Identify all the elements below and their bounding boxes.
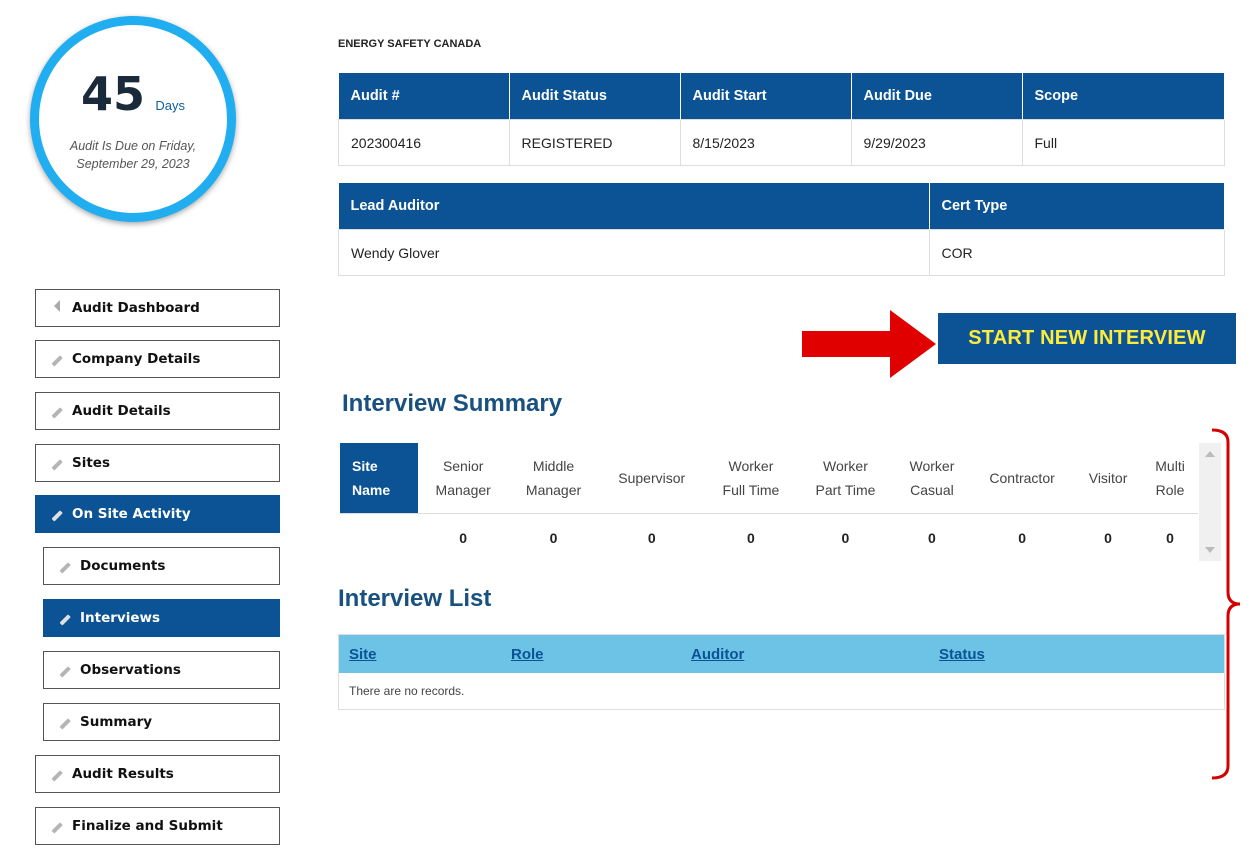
pencil-icon xyxy=(50,456,64,471)
sidebar-item-summary[interactable]: Summary xyxy=(43,703,280,741)
count-cell: 0 xyxy=(841,530,850,546)
column-header: Worker Full Time xyxy=(704,443,798,514)
sidebar-item-company-details[interactable]: Company Details xyxy=(35,340,280,378)
count-cell: 0 xyxy=(747,530,755,546)
table-row: 0 0 0 0 0 0 0 0 0 xyxy=(340,514,1198,563)
column-header: Senior Manager xyxy=(418,443,509,514)
sidebar-item-on-site-activity[interactable]: On Site Activity xyxy=(35,495,280,533)
count-cell: 0 xyxy=(1104,530,1112,546)
sidebar-item-audit-results[interactable]: Audit Results xyxy=(35,755,280,793)
sort-role-link[interactable]: Role xyxy=(511,646,544,663)
red-arrow-annotation xyxy=(802,331,898,357)
column-header: Contractor xyxy=(970,443,1075,514)
pencil-icon xyxy=(58,715,72,730)
sidebar-item-label: Company Details xyxy=(72,351,201,367)
table-header-row: Site Name Senior Manager Middle Manager Sup… xyxy=(340,443,1198,514)
interview-summary-title: Interview Summary xyxy=(342,390,563,417)
interview-list-title: Interview List xyxy=(338,585,492,612)
table-header-row: Lead Auditor Cert Type xyxy=(338,183,1225,230)
sidebar-item-label: Interviews xyxy=(80,610,160,626)
sidebar-item-label: Audit Details xyxy=(72,403,171,419)
sidebar-item-finalize-and-submit[interactable]: Finalize and Submit xyxy=(35,807,280,845)
pencil-icon xyxy=(50,352,64,367)
red-bracket-annotation xyxy=(1211,428,1241,780)
column-header: Audit Due xyxy=(851,73,1023,120)
site-name-cell xyxy=(340,514,418,563)
pencil-icon xyxy=(58,611,72,626)
scope-cell: Full xyxy=(1021,119,1225,166)
count-cell: 0 xyxy=(459,530,468,546)
table-header-row: Audit # Audit Status Audit Start Audit D… xyxy=(338,73,1225,120)
pencil-icon xyxy=(50,507,64,522)
interview-summary-table: Site Name Senior Manager Middle Manager Sup… xyxy=(340,443,1198,562)
organization-name: ENERGY SAFETY CANADA xyxy=(338,38,482,50)
count-cell: 0 xyxy=(928,530,936,546)
due-line-2: September 29, 2023 xyxy=(76,157,190,171)
column-header: Lead Auditor xyxy=(338,183,930,230)
table-row: 202300416 REGISTERED 8/15/2023 9/29/2023… xyxy=(338,119,1225,166)
count-cell: 0 xyxy=(1018,530,1026,546)
due-date-text: Audit Is Due on Friday, September 29, 20… xyxy=(53,137,213,173)
count-cell: 0 xyxy=(647,530,656,546)
column-header: Multi Role xyxy=(1142,443,1198,514)
red-arrow-head xyxy=(890,310,936,378)
audit-due-cell: 9/29/2023 xyxy=(850,119,1023,166)
column-header: Audit Status xyxy=(509,73,681,120)
column-header: Audit Start xyxy=(680,73,852,120)
days-remaining-number: 45 xyxy=(80,67,145,121)
count-cell: 0 xyxy=(549,530,558,546)
sidebar-item-label: Sites xyxy=(72,455,110,471)
table-header-row: Site Role Auditor Status xyxy=(339,635,1224,673)
sidebar-item-label: Finalize and Submit xyxy=(72,818,223,834)
sidebar-item-documents[interactable]: Documents xyxy=(43,547,280,585)
pencil-icon xyxy=(58,559,72,574)
column-header: Middle Manager xyxy=(508,443,599,514)
pencil-icon xyxy=(50,767,64,782)
interview-list-table: Site Role Auditor Status There are no re… xyxy=(338,634,1225,710)
table-row: Wendy Glover COR xyxy=(338,229,1225,276)
triangle-left-icon xyxy=(50,300,64,316)
due-countdown-circle: 45 Days Audit Is Due on Friday, Septembe… xyxy=(30,16,236,222)
audit-status-cell: REGISTERED xyxy=(508,119,681,166)
sidebar-item-audit-details[interactable]: Audit Details xyxy=(35,392,280,430)
sidebar-item-label: Audit Results xyxy=(72,766,174,782)
pencil-icon xyxy=(58,663,72,678)
empty-records-message: There are no records. xyxy=(349,684,465,698)
sidebar-item-label: On Site Activity xyxy=(72,506,191,522)
sort-auditor-link[interactable]: Auditor xyxy=(691,646,744,663)
lead-auditor-cell: Wendy Glover xyxy=(338,229,930,276)
audit-number-cell: 202300416 xyxy=(338,119,510,166)
sidebar-item-interviews[interactable]: Interviews xyxy=(43,599,280,637)
sidebar-item-sites[interactable]: Sites xyxy=(35,444,280,482)
pencil-icon xyxy=(50,819,64,834)
column-header: Worker Casual xyxy=(893,443,971,514)
sort-site-link[interactable]: Site xyxy=(349,646,377,663)
pencil-icon xyxy=(50,404,64,419)
column-header: Visitor xyxy=(1074,443,1143,514)
interview-summary-table-wrapper: Site Name Senior Manager Middle Manager Sup… xyxy=(340,443,1198,561)
sort-status-link[interactable]: Status xyxy=(939,646,985,663)
column-header: Worker Part Time xyxy=(797,443,894,514)
days-label: Days xyxy=(155,98,186,113)
audit-start-cell: 8/15/2023 xyxy=(679,119,852,166)
sidebar-item-label: Documents xyxy=(80,558,166,574)
sidebar-item-audit-dashboard[interactable]: Audit Dashboard xyxy=(35,289,280,327)
sidebar-item-observations[interactable]: Observations xyxy=(43,651,280,689)
count-cell: 0 xyxy=(1166,530,1174,546)
due-line-1: Audit Is Due on Friday, xyxy=(69,139,197,153)
sidebar-item-label: Summary xyxy=(80,714,153,730)
sidebar-item-label: Audit Dashboard xyxy=(72,300,200,316)
audit-info-table: Audit # Audit Status Audit Start Audit D… xyxy=(338,73,1225,166)
cert-type-cell: COR xyxy=(928,229,1225,276)
column-header: Site Name xyxy=(340,443,418,514)
column-header: Scope xyxy=(1022,73,1225,120)
column-header: Supervisor xyxy=(598,443,705,514)
column-header: Cert Type xyxy=(929,183,1225,230)
column-header: Audit # xyxy=(338,73,510,120)
sidebar-item-label: Observations xyxy=(80,662,181,678)
start-new-interview-button[interactable]: START NEW INTERVIEW xyxy=(938,313,1236,364)
auditor-info-table: Lead Auditor Cert Type Wendy Glover COR xyxy=(338,183,1225,276)
